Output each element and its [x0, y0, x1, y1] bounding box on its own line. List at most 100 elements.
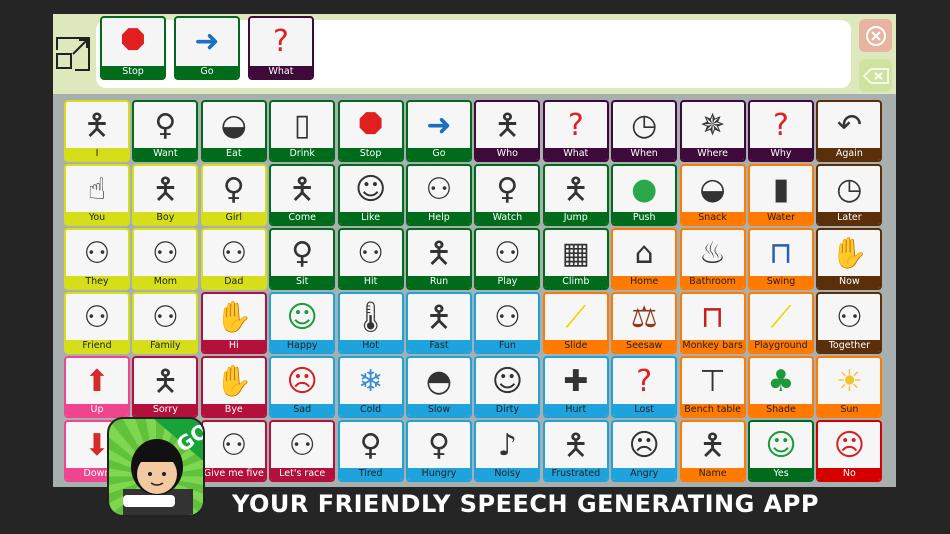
symbol-later[interactable]: ◷ Later — [816, 164, 883, 226]
symbol-hi[interactable]: ✋ Hi — [200, 292, 267, 354]
symbol-bathroom[interactable]: ♨ Bathroom — [679, 228, 746, 290]
symbol-bench-table[interactable]: ⊤ Bench table — [679, 356, 746, 418]
symbol-bye[interactable]: ✋ Bye — [200, 356, 267, 418]
symbol-help[interactable]: ⚇ Help — [406, 164, 472, 226]
symbol-frustrated[interactable]: 🯅 Frustrated — [542, 420, 609, 482]
bottle-icon: ▮ — [772, 172, 790, 207]
symbol-label: Family — [134, 340, 197, 352]
person-icon: 🯅 — [425, 236, 453, 271]
seesaw-icon: ⚖ — [630, 300, 658, 335]
symbol-shade[interactable]: ♣ Shade — [748, 356, 814, 418]
symbol-monkey-bars[interactable]: ⊓ Monkey bars — [679, 292, 746, 354]
symbol-seesaw[interactable]: ⚖ Seesaw — [611, 292, 678, 354]
sun-icon: ☀ — [835, 364, 863, 399]
symbol-family[interactable]: ⚇ Family — [132, 292, 199, 354]
symbol-angry[interactable]: ☹ Angry — [611, 420, 678, 482]
symbol-want[interactable]: ♀ Want — [132, 100, 199, 162]
symbol-together[interactable]: ⚇ Together — [816, 292, 883, 354]
symbol-now[interactable]: ✋ Now — [816, 228, 883, 290]
message-symbol-stop[interactable]: ⯃ Stop — [100, 16, 166, 80]
symbol-give-me-five[interactable]: ⚇ Give me five — [200, 420, 267, 482]
up-arrow-icon: ⬆ — [84, 364, 110, 399]
symbol-cold[interactable]: ❄ Cold — [337, 356, 404, 418]
symbol-name[interactable]: 🯅 Name — [679, 420, 746, 482]
symbol-label: Later — [818, 212, 881, 224]
symbol-why[interactable]: ? Why — [748, 100, 814, 162]
slide-icon: ⟋ — [565, 300, 587, 335]
symbol-label: What — [544, 148, 607, 160]
symbol-slow[interactable]: ◓ Slow — [406, 356, 472, 418]
symbol-label: Home — [613, 276, 676, 288]
symbol-lost[interactable]: ? Lost — [611, 356, 678, 418]
symbol-slide[interactable]: ⟋ Slide — [542, 292, 609, 354]
symbol-dad[interactable]: ⚇ Dad — [200, 228, 267, 290]
symbol-jump[interactable]: 🯅 Jump — [542, 164, 609, 226]
person-icon: 🯅 — [425, 300, 453, 335]
person-icon: 🯅 — [562, 172, 589, 207]
symbol-fun[interactable]: ⚇ Fun — [474, 292, 541, 354]
symbol-sorry[interactable]: 🯅 Sorry — [132, 356, 199, 418]
symbol-label: Together — [818, 340, 881, 352]
symbol-dirty[interactable]: ☺ Dirty — [474, 356, 541, 418]
symbol-climb[interactable]: ▦ Climb — [542, 228, 609, 290]
symbol-playground[interactable]: ⟋ Playground — [748, 292, 814, 354]
message-symbol-go[interactable]: ➜ Go — [174, 16, 240, 80]
symbol-up[interactable]: ⬆ Up — [64, 356, 130, 418]
symbol-noisy[interactable]: ♪ Noisy — [474, 420, 541, 482]
symbol-eat[interactable]: ◒ Eat — [200, 100, 267, 162]
symbol-label: Where — [681, 148, 744, 160]
symbol-play[interactable]: ⚇ Play — [474, 228, 541, 290]
expand-icon[interactable] — [55, 36, 91, 72]
symbol-label: Fast — [408, 340, 470, 352]
symbol-tired[interactable]: ♀ Tired — [337, 420, 404, 482]
symbol-sun[interactable]: ☀ Sun — [816, 356, 883, 418]
symbol-hot[interactable]: 🌡 Hot — [337, 292, 404, 354]
symbol-girl[interactable]: ♀ Girl — [200, 164, 267, 226]
symbol-go[interactable]: ➜ Go — [406, 100, 472, 162]
symbol-label: Give me five — [202, 468, 265, 480]
symbol-sit[interactable]: ♀ Sit — [269, 228, 336, 290]
symbol-happy[interactable]: ☺ Happy — [269, 292, 336, 354]
wave-icon: ✋ — [215, 364, 253, 399]
bars-icon: ⊓ — [700, 300, 725, 335]
symbol-friend[interactable]: ⚇ Friend — [64, 292, 130, 354]
symbol-like[interactable]: ☺ Like — [337, 164, 404, 226]
symbol-stop[interactable]: ⯃ Stop — [337, 100, 404, 162]
symbol-what[interactable]: ? What — [542, 100, 609, 162]
symbol-boy[interactable]: 🯅 Boy — [132, 164, 199, 226]
symbol-let-s-race[interactable]: ⚇ Let's race — [269, 420, 336, 482]
symbol-hit[interactable]: ⚇ Hit — [337, 228, 404, 290]
symbol-who[interactable]: 🯅 Who — [474, 100, 541, 162]
symbol-fast[interactable]: 🯅 Fast — [406, 292, 472, 354]
people-icon: ⚇ — [83, 236, 111, 271]
symbol-where[interactable]: ✵ Where — [679, 100, 746, 162]
symbol-swing[interactable]: ⊓ Swing — [748, 228, 814, 290]
symbol-come[interactable]: 🯅 Come — [269, 164, 336, 226]
symbol-home[interactable]: ⌂ Home — [611, 228, 678, 290]
symbol-sad[interactable]: ☹ Sad — [269, 356, 336, 418]
symbol-run[interactable]: 🯅 Run — [406, 228, 472, 290]
symbol-mom[interactable]: ⚇ Mom — [132, 228, 199, 290]
symbol-snack[interactable]: ◒ Snack — [679, 164, 746, 226]
symbol-no[interactable]: ☹ No — [816, 420, 883, 482]
symbol-label: Climb — [544, 276, 607, 288]
symbol-when[interactable]: ◷ When — [611, 100, 678, 162]
clock-icon: ◷ — [631, 108, 658, 143]
backspace-button[interactable] — [859, 59, 892, 92]
symbol-water[interactable]: ▮ Water — [748, 164, 814, 226]
message-symbol-what[interactable]: ? What — [248, 16, 314, 80]
symbol-yes[interactable]: ☺ Yes — [748, 420, 814, 482]
symbol-drink[interactable]: ▯ Drink — [269, 100, 336, 162]
clear-button[interactable] — [859, 19, 892, 52]
symbol-they[interactable]: ⚇ They — [64, 228, 130, 290]
people-icon: ⚇ — [151, 300, 179, 335]
symbol-push[interactable]: ● Push — [611, 164, 678, 226]
symbol-hurt[interactable]: ✚ Hurt — [542, 356, 609, 418]
symbol-label: Name — [681, 468, 744, 480]
symbol-hungry[interactable]: ♀ Hungry — [406, 420, 472, 482]
symbol-i[interactable]: 🯅 I — [64, 100, 130, 162]
symbol-again[interactable]: ↶ Again — [816, 100, 883, 162]
symbol-watch[interactable]: ♀ Watch — [474, 164, 541, 226]
symbol-label: Shade — [750, 404, 812, 416]
symbol-you[interactable]: ☝ You — [64, 164, 130, 226]
